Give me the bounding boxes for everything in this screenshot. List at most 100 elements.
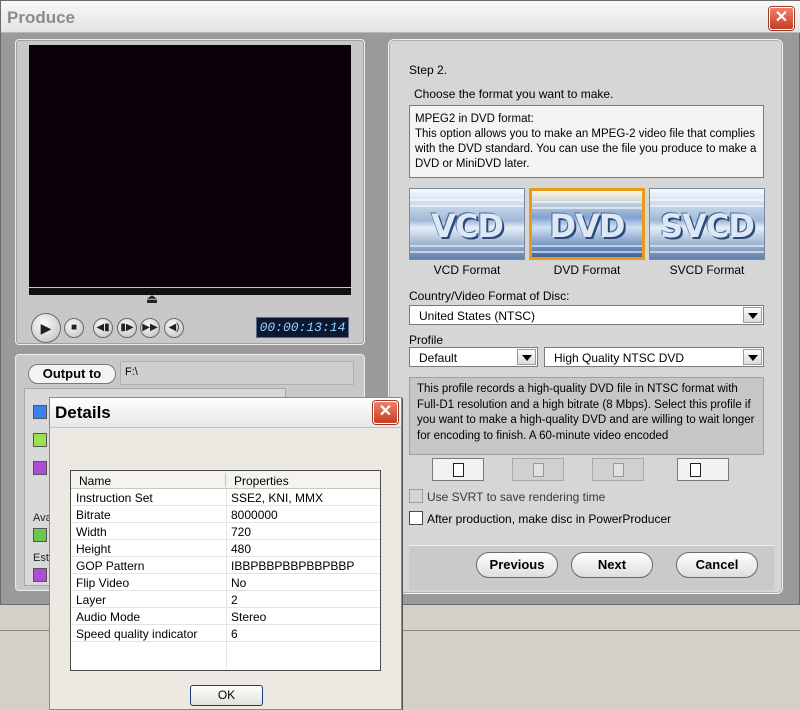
color-swatch [33,461,47,475]
details-list: Name Properties Instruction Set SSE2, KN… [70,470,381,671]
previous-button[interactable]: Previous [476,552,558,578]
property-value: SSE2, KNI, MMX [231,491,324,505]
output-path-box: F:\ [120,361,354,385]
after-production-label: After production, make disc in PowerProd… [427,512,672,526]
preview-panel: ⏏ ▶ ■ ◀▮ ▮▶ ▶▶ ◀) 00:00:13:14 [15,39,365,345]
property-name: GOP Pattern [76,559,145,573]
profile-select[interactable]: High Quality NTSC DVD [544,347,764,367]
property-value: Stereo [231,610,267,624]
svcd-format-button[interactable]: SVCD [649,188,765,260]
details-title: Details [55,403,111,422]
cancel-button[interactable]: Cancel [676,552,758,578]
property-name: Audio Mode [76,610,141,624]
details-dialog: Details ✕ Name Properties Instruction Se… [49,397,402,710]
format-description-box: MPEG2 in DVD format: This option allows … [409,105,764,178]
table-row[interactable]: Height 480 [71,540,380,557]
property-value: 6 [231,627,238,641]
table-row[interactable]: Width 720 [71,523,380,540]
profile-description: This profile records a high-quality DVD … [409,377,764,455]
profile-set-value: Default [419,351,458,365]
property-value: IBBPBBPBBPBBPBBP [231,559,355,573]
column-header-name[interactable]: Name [79,474,111,488]
vcd-format-button[interactable]: VCD [409,188,525,260]
table-row[interactable]: Flip Video No [71,574,380,591]
table-row[interactable]: Layer 2 [71,591,380,608]
edit-profile-button[interactable] [512,458,564,481]
format-description-body: This option allows you to make an MPEG-2… [415,128,757,170]
format-wizard-panel: Step 2. Choose the format you want to ma… [388,39,783,594]
color-swatch [33,433,47,447]
profile-details-button[interactable] [677,458,729,481]
output-path: F:\ [125,366,138,378]
property-name: Layer [76,593,107,607]
svcd-format-label: SVCD Format [669,263,745,277]
property-name: Flip Video [76,576,130,590]
edit-profile-icon [533,463,544,477]
profile-details-icon [690,463,701,477]
chevron-down-icon[interactable] [743,349,762,365]
scrub-thumb-icon[interactable]: ⏏ [142,292,162,306]
after-production-checkbox[interactable] [409,511,423,525]
instruction-label: Choose the format you want to make. [414,87,614,101]
timecode-display: 00:00:13:14 [256,317,349,338]
window-close-button[interactable]: ✕ [769,7,794,30]
table-row[interactable]: Bitrate 8000000 [71,506,380,523]
profile-set-select[interactable]: Default [409,347,538,367]
profile-label: Profile [409,333,444,347]
window-title: Produce [7,8,76,27]
svrt-label: Use SVRT to save rendering time [427,490,606,504]
dvd-format-label: DVD Format [553,263,621,277]
details-titlebar[interactable]: Details ✕ [50,398,401,428]
property-name: Instruction Set [76,491,153,505]
property-value: No [231,576,247,590]
estimated-size-label: Est [33,552,49,564]
delete-profile-icon [613,463,624,477]
chevron-down-icon[interactable] [743,307,762,323]
new-profile-icon [453,463,464,477]
stop-button[interactable]: ■ [64,318,84,338]
fast-forward-button[interactable]: ▶▶ [140,318,160,338]
property-value: 720 [231,525,252,539]
dvd-format-button[interactable]: DVD [529,188,645,260]
new-profile-button[interactable] [432,458,484,481]
color-swatch [33,528,47,542]
property-value: 2 [231,593,238,607]
property-name: Bitrate [76,508,111,522]
video-preview-screen [29,45,351,287]
property-value: 480 [231,542,252,556]
property-name: Speed quality indicator [76,627,198,641]
delete-profile-button[interactable] [592,458,644,481]
ok-button[interactable]: OK [190,685,263,706]
details-close-button[interactable]: ✕ [373,401,398,424]
country-format-select[interactable]: United States (NTSC) [409,305,764,325]
property-name: Width [76,525,107,539]
details-list-header: Name Properties [71,471,380,489]
country-format-value: United States (NTSC) [419,309,536,323]
vcd-format-label: VCD Format [433,263,501,277]
scrub-bar[interactable] [29,288,351,295]
table-row[interactable]: GOP Pattern IBBPBBPBBPBBPBBP [71,557,380,574]
window-titlebar[interactable]: Produce ✕ [1,1,800,33]
vcd-logo-icon: VCD [431,207,504,245]
column-header-properties[interactable]: Properties [234,474,289,488]
color-swatch [33,568,47,582]
color-swatch [33,405,47,419]
format-description-title: MPEG2 in DVD format: [415,113,534,125]
next-button[interactable]: Next [571,552,653,578]
profile-value: High Quality NTSC DVD [554,351,685,365]
play-button[interactable]: ▶ [31,313,61,343]
dvd-logo-icon: DVD [549,207,626,245]
property-value: 8000000 [231,508,278,522]
svrt-checkbox[interactable] [409,489,423,503]
next-frame-button[interactable]: ▮▶ [117,318,137,338]
property-name: Height [76,542,111,556]
table-row[interactable]: Audio Mode Stereo [71,608,380,625]
country-format-label: Country/Video Format of Disc: [409,289,570,303]
previous-frame-button[interactable]: ◀▮ [93,318,113,338]
volume-button[interactable]: ◀) [164,318,184,338]
chevron-down-icon[interactable] [517,349,536,365]
step-label: Step 2. [409,63,448,77]
table-row[interactable]: Instruction Set SSE2, KNI, MMX [71,489,380,506]
output-to-button[interactable]: Output to [28,364,116,384]
table-row[interactable]: Speed quality indicator 6 [71,625,380,642]
